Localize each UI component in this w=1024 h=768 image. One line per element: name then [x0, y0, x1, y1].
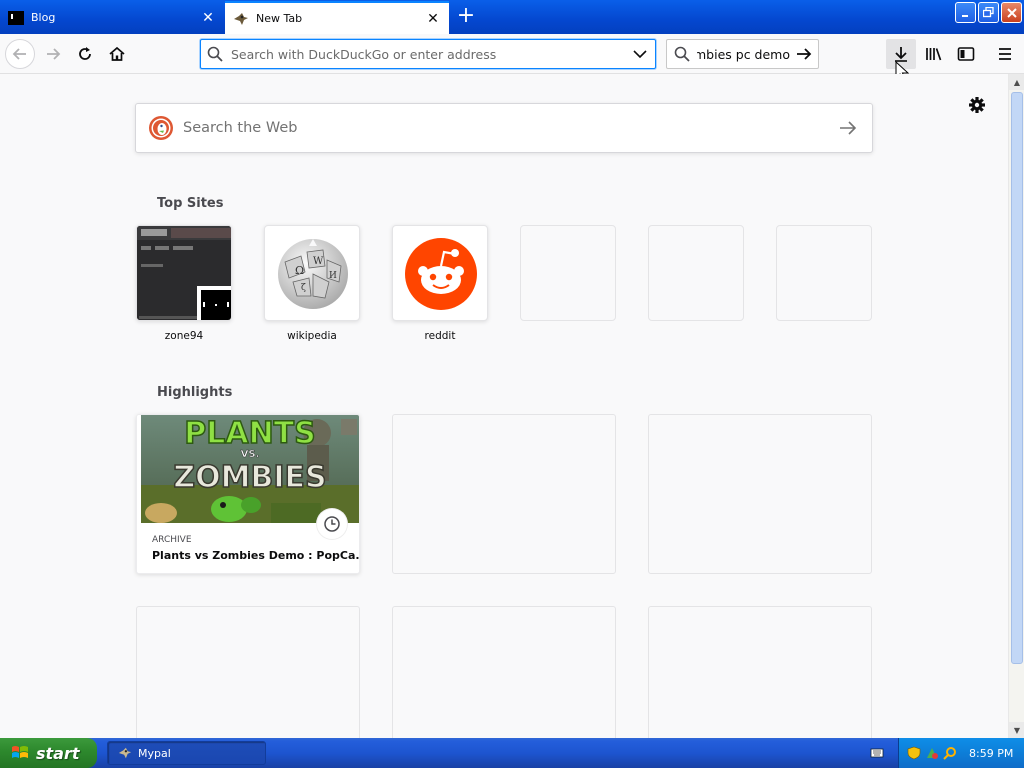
search-icon	[667, 46, 697, 62]
arrow-left-icon	[12, 48, 26, 60]
search-go-arrow-icon[interactable]	[790, 46, 818, 62]
menu-button[interactable]	[990, 39, 1020, 69]
sidebar-icon	[957, 47, 975, 61]
library-button[interactable]	[919, 39, 949, 69]
highlight-card[interactable]: PLANTS VS. ZOMBIES ARCHIVE Plants vs Zom…	[136, 414, 360, 574]
svg-text:W: W	[313, 256, 324, 267]
empty-tile	[776, 225, 872, 321]
back-button[interactable]	[5, 39, 35, 69]
highlight-empty-card	[648, 414, 872, 574]
mypal-favicon-icon	[233, 11, 249, 27]
scroll-down-arrow-icon[interactable]: ▼	[1009, 722, 1024, 738]
zone94-thumbnail	[136, 225, 232, 321]
tab-strip: Blog ✕ New Tab ✕ +	[0, 0, 1024, 34]
sidebar-button[interactable]	[951, 39, 981, 69]
highlight-thumbnail: PLANTS VS. ZOMBIES	[141, 415, 359, 523]
top-site-reddit[interactable]: reddit	[392, 225, 488, 342]
new-tab-button[interactable]: +	[452, 4, 480, 30]
dropmarker-chevron-down-icon[interactable]	[625, 49, 655, 59]
restore-button[interactable]	[978, 2, 999, 23]
address-input[interactable]	[229, 46, 625, 62]
search-bar[interactable]	[666, 39, 819, 69]
search-icon	[201, 46, 229, 62]
highlight-source: ARCHIVE	[152, 535, 192, 545]
empty-tile	[648, 225, 744, 321]
highlight-title: Plants vs Zombies Demo : PopCa...	[152, 549, 360, 562]
close-tab-icon[interactable]: ✕	[200, 10, 216, 26]
empty-tile	[520, 225, 616, 321]
start-label: start	[36, 743, 80, 763]
blog-favicon-icon	[8, 10, 24, 26]
top-sites-heading: Top Sites	[157, 196, 224, 211]
windows-flag-icon	[12, 746, 28, 758]
library-icon	[926, 48, 942, 61]
search-submit-arrow-icon[interactable]	[824, 104, 872, 152]
windows-taskbar: start Mypal 8:59 PM	[0, 738, 1024, 768]
wikipedia-thumbnail: Ω W И ζ	[264, 225, 360, 321]
scrollbar-thumb[interactable]	[1011, 92, 1023, 664]
highlight-empty-card	[136, 606, 360, 738]
top-site-label: reddit	[424, 330, 456, 342]
taskbar-item-label: Mypal	[138, 746, 171, 760]
web-search-box[interactable]	[135, 103, 873, 153]
web-search-input[interactable]	[183, 120, 824, 136]
highlight-empty-card	[648, 606, 872, 738]
scroll-up-arrow-icon[interactable]: ▲	[1009, 74, 1024, 90]
navigation-toolbar	[0, 34, 1024, 74]
svg-text:Ω: Ω	[295, 264, 304, 277]
start-button[interactable]: start	[0, 738, 97, 768]
system-tray: 8:59 PM	[898, 738, 1024, 768]
svg-text:И: И	[329, 271, 337, 281]
wikipedia-globe-icon: Ω W И ζ	[278, 239, 348, 309]
search-input[interactable]	[697, 46, 790, 62]
reload-button[interactable]	[70, 39, 100, 69]
top-site-wikipedia[interactable]: Ω W И ζ wikipedia	[264, 225, 360, 342]
security-shield-icon[interactable]	[907, 746, 921, 760]
mypal-app-icon	[118, 747, 132, 759]
address-bar[interactable]	[200, 39, 656, 69]
svg-text:ZOMBIES: ZOMBIES	[173, 460, 326, 495]
download-arrow-icon	[895, 47, 907, 62]
window-controls	[955, 2, 1022, 23]
tab-title: New Tab	[256, 12, 303, 25]
vertical-scrollbar[interactable]: ▲ ▼	[1008, 74, 1024, 738]
close-window-button[interactable]	[1001, 2, 1022, 23]
arrow-right-icon	[47, 48, 61, 60]
taskbar-item-mypal[interactable]: Mypal	[107, 741, 266, 765]
reload-icon	[79, 47, 91, 60]
gear-icon[interactable]	[966, 94, 988, 116]
svg-text:VS.: VS.	[241, 449, 260, 460]
new-tab-page: Top Sites zone94	[0, 74, 1008, 738]
highlight-empty-card	[392, 414, 616, 574]
duckduckgo-logo-icon	[149, 116, 173, 140]
home-button[interactable]	[102, 39, 132, 69]
top-site-empty	[520, 225, 616, 321]
search-magnifier-tray-icon[interactable]	[943, 746, 957, 760]
svg-text:ζ: ζ	[301, 283, 306, 293]
network-icon[interactable]	[925, 746, 939, 760]
top-site-zone94[interactable]: zone94	[136, 225, 232, 342]
keyboard-icon[interactable]	[870, 746, 884, 760]
top-site-empty	[776, 225, 872, 321]
clock-icon	[317, 509, 347, 539]
minimize-button[interactable]	[955, 2, 976, 23]
hamburger-menu-icon	[999, 48, 1011, 60]
top-site-empty	[648, 225, 744, 321]
tab-title: Blog	[31, 11, 56, 24]
tab-new-tab[interactable]: New Tab ✕	[225, 1, 449, 34]
tab-blog[interactable]: Blog ✕	[0, 3, 224, 32]
top-site-label: wikipedia	[287, 330, 337, 342]
highlights-heading: Highlights	[157, 385, 233, 400]
forward-button[interactable]	[38, 39, 68, 69]
home-icon	[109, 46, 125, 61]
top-site-label: zone94	[164, 330, 204, 342]
clock: 8:59 PM	[969, 746, 1014, 760]
close-tab-icon[interactable]: ✕	[425, 11, 441, 27]
reddit-thumbnail	[392, 225, 488, 321]
highlight-empty-card	[392, 606, 616, 738]
reddit-logo-icon	[405, 238, 477, 310]
svg-text:PLANTS: PLANTS	[184, 416, 316, 451]
